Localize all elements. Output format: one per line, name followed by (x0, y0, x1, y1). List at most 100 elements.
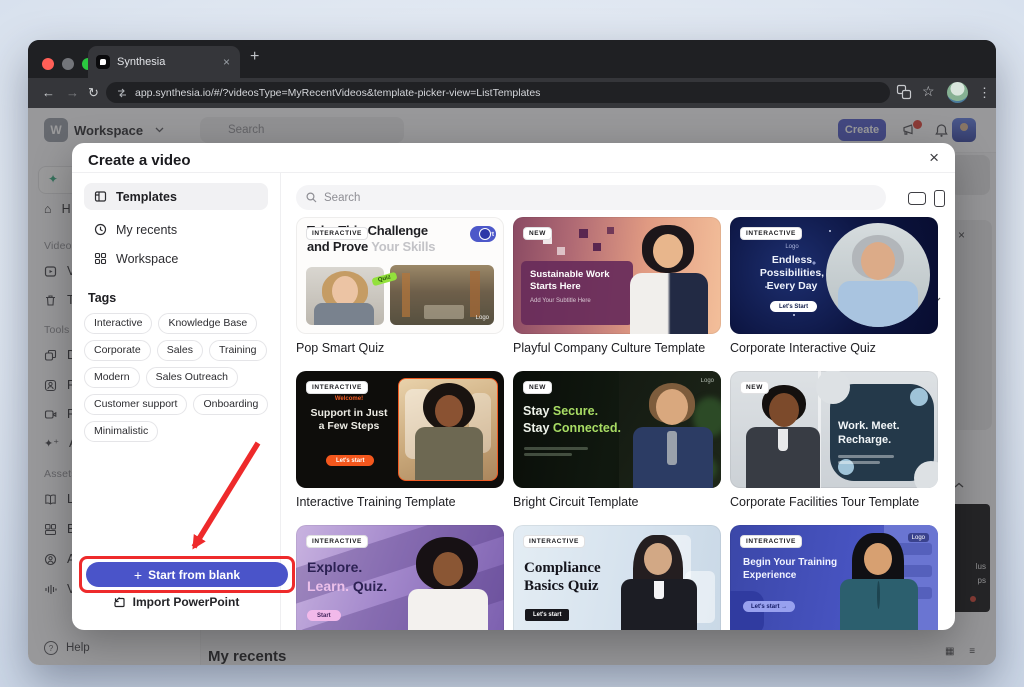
lets-start-button: Let's Start (770, 301, 817, 312)
template-thumbnail: INTERACTIVE Welcome! Support in Justa Fe… (296, 371, 504, 488)
forward-button[interactable]: → (66, 84, 79, 101)
decor (579, 229, 588, 238)
template-caption: Pop Smart Quiz (296, 341, 504, 355)
template-caption: Corporate Facilities Tour Template (730, 495, 938, 509)
template-caption: Bright Circuit Template (513, 495, 721, 509)
tag-pill[interactable]: Sales (157, 340, 203, 361)
badge: NEW (523, 227, 552, 240)
person-silhouette (738, 379, 830, 488)
tab-close-icon[interactable]: × (221, 54, 232, 70)
modal-nav-my-recents[interactable]: My recents (84, 216, 268, 243)
template-card[interactable]: INTERACTIVE Welcome! Support in Justa Fe… (296, 371, 504, 509)
browser-tab[interactable]: Synthesia × (88, 46, 240, 78)
person-silhouette (624, 223, 719, 334)
decor (479, 228, 491, 240)
badge: INTERACTIVE (523, 535, 585, 548)
thumb-headline: Work. Meet.Recharge. (838, 419, 924, 447)
reload-button[interactable]: ↻ (88, 84, 99, 101)
modal-title: Create a video (88, 152, 191, 169)
thumb-text-panel: Sustainable WorkStarts Here Add Your Sub… (521, 261, 633, 325)
decor (778, 429, 788, 451)
decor (100, 59, 106, 65)
badge: INTERACTIVE (306, 227, 368, 240)
browser-tab-strip: Synthesia × + (28, 40, 996, 78)
lets-start-button: Let's start (326, 455, 374, 466)
portrait-toggle-icon[interactable] (934, 190, 945, 207)
search-icon (306, 192, 317, 203)
tag-pill[interactable]: Customer support (84, 394, 187, 415)
template-thumbnail: NEW Work. Meet.Recharge. (730, 371, 938, 488)
template-card[interactable]: NEW Sustainable WorkStarts Here Add Your… (513, 217, 721, 355)
tag-pill[interactable]: Corporate (84, 340, 151, 361)
decor (877, 581, 880, 609)
template-search (296, 185, 886, 210)
presenter-photo (398, 378, 498, 481)
grid-icon (94, 252, 107, 265)
start-button: Start (307, 610, 341, 621)
decor (864, 543, 892, 575)
tag-pill[interactable]: Minimalistic (84, 421, 158, 442)
modal-close-icon[interactable]: × (929, 148, 939, 168)
tag-pill[interactable]: Interactive (84, 313, 152, 334)
translate-icon[interactable] (896, 84, 912, 100)
tag-pill-list: Interactive Knowledge Base Corporate Sal… (84, 313, 274, 442)
template-card[interactable]: INTERACTIVE Explore. Learn. Quiz. Start (296, 525, 504, 630)
template-thumbnail: NEW Logo Stay Secure. Stay Connected. (513, 371, 721, 488)
decor (607, 227, 614, 234)
decor (653, 234, 683, 268)
browser-content: W Workspace Create (28, 108, 996, 665)
tag-pill[interactable]: Modern (84, 367, 140, 388)
templates-icon (94, 190, 107, 203)
traffic-light-close-icon[interactable] (42, 58, 54, 70)
template-card[interactable]: INTERACTIVE Logo Begin Your TrainingExpe… (730, 525, 938, 630)
template-card[interactable]: INTERACTIVE ComplianceBasics Quiz Let's … (513, 525, 721, 630)
tag-pill[interactable]: Sales Outreach (146, 367, 238, 388)
badge: INTERACTIVE (306, 535, 368, 548)
import-powerpoint-button[interactable]: Import PowerPoint (72, 595, 280, 609)
tags-heading: Tags (88, 291, 116, 305)
template-search-input[interactable] (296, 185, 886, 210)
decor (415, 427, 483, 481)
synthesia-favicon-icon (96, 55, 110, 69)
new-tab-button[interactable]: + (250, 49, 259, 65)
presenter-photo (826, 223, 930, 327)
decor (644, 543, 672, 575)
tag-pill[interactable]: Training (209, 340, 267, 361)
person-silhouette (625, 375, 717, 488)
decor (433, 552, 463, 586)
logo-text: Logo (701, 378, 714, 384)
template-thumbnail: NEW Sustainable WorkStarts Here Add Your… (513, 217, 721, 334)
template-card[interactable]: Take This Challenge and Prove Your Skill… (296, 217, 504, 355)
thumb-kicker: Welcome! (296, 396, 402, 402)
traffic-light-minimize-icon[interactable] (62, 58, 74, 70)
template-card[interactable]: NEW Work. Meet.Recharge. Corporate Facil… (730, 371, 938, 509)
divider (72, 172, 955, 173)
create-video-modal: Create a video × Templates My recents Wo… (72, 143, 955, 630)
modal-nav-templates[interactable]: Templates (84, 183, 268, 210)
url-bar[interactable]: app.synthesia.io/#/?videosType=MyRecentV… (106, 82, 890, 103)
template-thumbnail: INTERACTIVE Logo Begin Your TrainingExpe… (730, 525, 938, 630)
tag-pill[interactable]: Knowledge Base (158, 313, 257, 334)
browser-window: Synthesia × + ← → ↻ app.synthesia.io/#/?… (28, 40, 996, 665)
template-card[interactable]: NEW Logo Stay Secure. Stay Connected. Br… (513, 371, 721, 509)
badge: NEW (740, 381, 769, 394)
presenter-photo (306, 267, 384, 325)
back-button[interactable]: ← (42, 84, 55, 101)
browser-profile-avatar[interactable] (947, 82, 968, 103)
decor (816, 371, 850, 404)
presenter-photo (619, 371, 721, 488)
tag-pill[interactable]: Onboarding (193, 394, 268, 415)
landscape-toggle-icon[interactable] (908, 192, 926, 205)
logo-text: Logo (476, 315, 489, 321)
badge: INTERACTIVE (306, 381, 368, 394)
tab-title: Synthesia (117, 56, 221, 68)
template-card[interactable]: INTERACTIVE Logo EndlessPossibilities,Ev… (730, 217, 938, 355)
modal-nav-workspace[interactable]: Workspace (84, 245, 268, 272)
browser-menu-icon[interactable]: ⋮ (978, 84, 991, 101)
site-settings-icon[interactable] (116, 87, 128, 99)
lets-start-button: Let's start (525, 609, 569, 621)
bookmark-star-icon[interactable]: ☆ (922, 83, 935, 100)
thumb-headline: Begin Your TrainingExperience (743, 556, 837, 582)
person-silhouette (834, 533, 920, 630)
thumb-headline: Support in Justa Few Steps (296, 407, 402, 433)
